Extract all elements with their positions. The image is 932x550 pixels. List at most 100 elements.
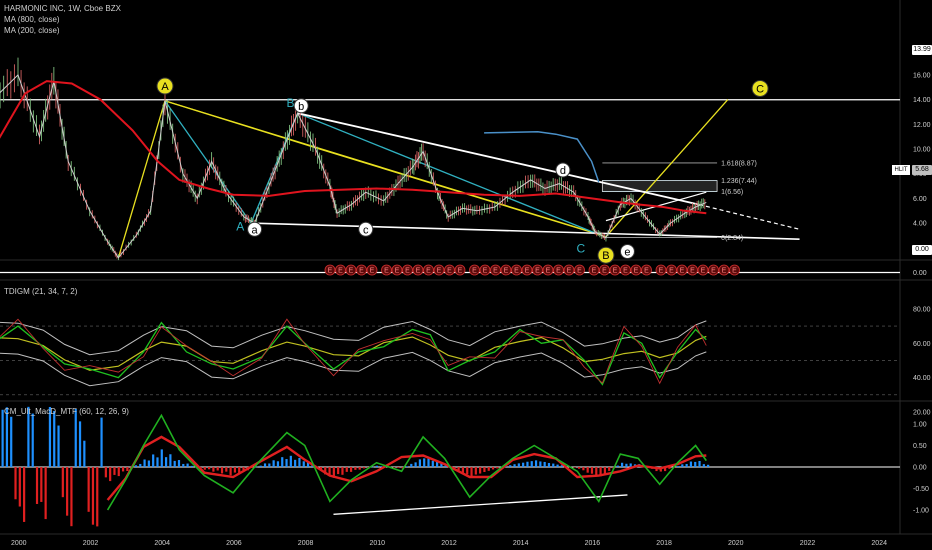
triangle-upper bbox=[297, 112, 700, 206]
tdi-legend: TDIGM (21, 34, 7, 2) bbox=[4, 287, 78, 296]
fib-label: 1.236(7.44) bbox=[721, 178, 757, 185]
fib-label: 1(6.56) bbox=[721, 189, 743, 196]
series-layer bbox=[0, 57, 710, 527]
earnings-marker-label: E bbox=[711, 268, 716, 275]
earnings-marker-label: E bbox=[602, 268, 607, 275]
macd-histogram-bar bbox=[113, 467, 116, 475]
cyan-pattern-leg bbox=[164, 100, 252, 224]
macd-histogram-bar bbox=[23, 467, 26, 522]
macd-histogram-bar bbox=[496, 467, 499, 469]
macd-histogram-bar bbox=[57, 425, 60, 467]
earnings-marker-label: E bbox=[613, 268, 618, 275]
earnings-marker-label: E bbox=[592, 268, 597, 275]
macd-histogram-bar bbox=[220, 467, 224, 474]
macd-histogram-bar bbox=[616, 465, 619, 467]
earnings-marker-label: E bbox=[669, 268, 674, 275]
label-B-yellow: B bbox=[602, 250, 609, 262]
price-tick-label: 16.00 bbox=[913, 72, 931, 79]
macd-histogram-bar bbox=[358, 467, 361, 470]
earnings-marker-label: E bbox=[359, 268, 364, 275]
macd-histogram-bar bbox=[18, 467, 21, 507]
macd-histogram-bar bbox=[134, 465, 138, 467]
price-tick-label: 6.00 bbox=[913, 196, 927, 203]
fib-label: 1.618(8.87) bbox=[721, 160, 757, 167]
hline-high-tag: 13.99 bbox=[912, 45, 932, 55]
macd-histogram-bar bbox=[689, 461, 693, 467]
earnings-marker-label: E bbox=[472, 268, 477, 275]
macd-histogram-bar bbox=[164, 457, 168, 467]
hline-zero-tag: 0.00 bbox=[912, 245, 932, 255]
earnings-marker-label: E bbox=[634, 268, 639, 275]
earnings-marker-label: E bbox=[458, 268, 463, 275]
macd-histogram-bar bbox=[121, 467, 125, 472]
macd-histogram-bar bbox=[620, 462, 624, 467]
macd-histogram-bar bbox=[539, 461, 542, 467]
macd-histogram-bar bbox=[96, 467, 99, 527]
price-tick-label: 10.00 bbox=[913, 147, 931, 154]
macd-histogram-bar bbox=[681, 464, 684, 467]
fib-label: 0(2.84) bbox=[721, 235, 743, 242]
macd-histogram-bar bbox=[169, 454, 172, 467]
macd-histogram-bar bbox=[173, 460, 176, 467]
earnings-marker-label: E bbox=[514, 268, 519, 275]
macd-histogram-bar bbox=[10, 416, 13, 467]
macd-histogram-bar bbox=[522, 462, 525, 467]
macd-histogram-bar bbox=[349, 467, 353, 472]
earnings-marker-label: E bbox=[349, 268, 354, 275]
macd-tick-label: 0.50 bbox=[913, 443, 927, 450]
macd-histogram-bar bbox=[61, 467, 64, 498]
macd-histogram-bar bbox=[40, 467, 43, 502]
label-e: e bbox=[624, 247, 630, 259]
macd-histogram-bar bbox=[233, 467, 237, 473]
macd-histogram-bar bbox=[109, 467, 112, 482]
macd-histogram-bar bbox=[573, 467, 576, 468]
macd-histogram-bar bbox=[698, 460, 701, 467]
macd-histogram-bar bbox=[556, 464, 559, 467]
macd-histogram-bar bbox=[431, 460, 434, 467]
earnings-marker-label: E bbox=[623, 268, 628, 275]
macd-histogram-bar bbox=[74, 408, 77, 467]
time-tick-label: 2020 bbox=[728, 540, 744, 547]
macd-histogram-bar bbox=[182, 463, 185, 467]
earnings-marker-label: E bbox=[338, 268, 343, 275]
macd-histogram-bar bbox=[534, 460, 538, 467]
earnings-marker-label: E bbox=[577, 268, 582, 275]
macd-histogram-bar bbox=[268, 463, 271, 467]
macd-histogram-bar bbox=[1, 409, 4, 467]
earnings-marker-label: E bbox=[732, 268, 737, 275]
earnings-marker-label: E bbox=[405, 268, 410, 275]
macd-tick-label: -0.50 bbox=[913, 486, 929, 493]
time-tick-label: 2006 bbox=[226, 540, 242, 547]
macd-legend: CM_Ult_MacD_MTF (60, 12, 26, 9) bbox=[4, 407, 129, 416]
chart-title: HARMONIC INC, 1W, Cboe BZX bbox=[4, 4, 121, 13]
earnings-marker-label: E bbox=[525, 268, 530, 275]
macd-histogram-bar bbox=[104, 467, 107, 478]
label-d: d bbox=[560, 165, 566, 177]
macd-histogram-bar bbox=[707, 464, 710, 467]
macd-histogram-bar bbox=[190, 465, 193, 467]
time-tick-label: 2008 bbox=[298, 540, 314, 547]
tdi-signal-line bbox=[0, 335, 707, 371]
tdi-tick-label: 80.00 bbox=[913, 306, 931, 313]
earnings-marker-label: E bbox=[384, 268, 389, 275]
macd-histogram-bar bbox=[143, 459, 146, 467]
macd-histogram-bar bbox=[414, 462, 417, 467]
macd-histogram-bar bbox=[552, 463, 555, 467]
time-tick-label: 2002 bbox=[83, 540, 99, 547]
macd-divergence-line bbox=[333, 494, 628, 515]
macd-histogram-bar bbox=[229, 467, 232, 476]
macd-histogram-bar bbox=[543, 461, 546, 467]
earnings-marker-label: E bbox=[535, 268, 540, 275]
ma200-line bbox=[484, 130, 600, 183]
label-A-cyan: A bbox=[236, 220, 244, 234]
macd-histogram-bar bbox=[208, 467, 211, 470]
macd-histogram-bar bbox=[100, 417, 103, 467]
label-c: c bbox=[363, 224, 369, 236]
macd-histogram-bar bbox=[212, 467, 215, 472]
time-tick-label: 2022 bbox=[800, 540, 816, 547]
earnings-marker-label: E bbox=[701, 268, 706, 275]
macd-histogram-bar bbox=[590, 467, 594, 474]
ma800-line bbox=[0, 80, 707, 215]
macd-histogram-bar bbox=[362, 467, 366, 469]
label-layer: 1.618(8.87) 1.236(7.44) 1(6.56) 0(2.84) A A a B… bbox=[156, 77, 769, 276]
